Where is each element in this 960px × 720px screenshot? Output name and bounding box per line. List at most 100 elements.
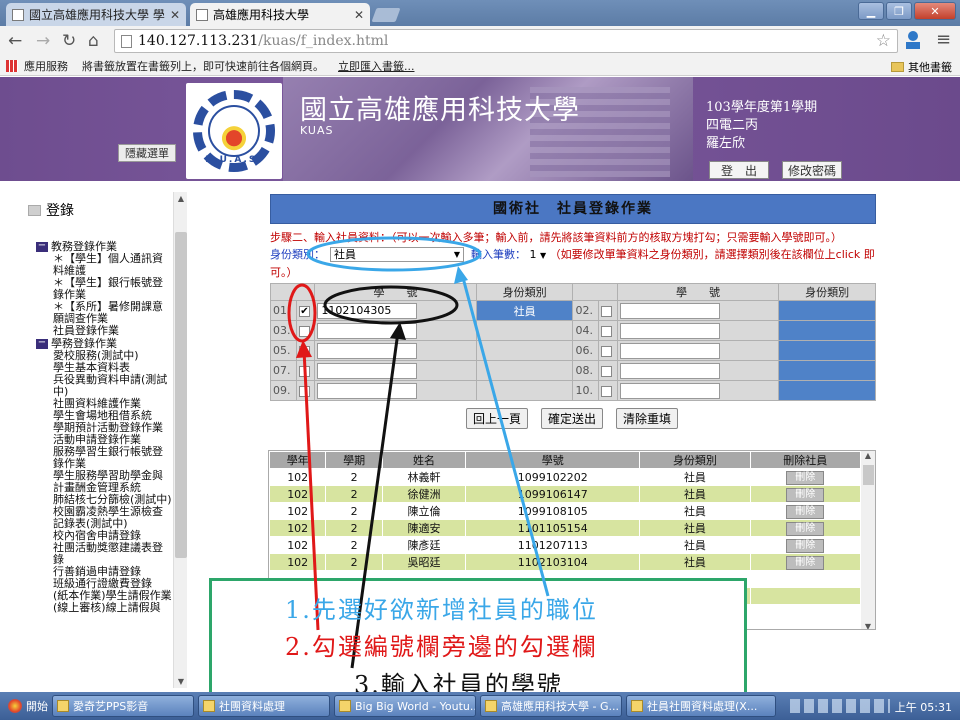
entry-role-cell[interactable] bbox=[778, 300, 876, 321]
apps-icon[interactable] bbox=[6, 59, 18, 72]
entry-checkbox[interactable] bbox=[601, 345, 613, 357]
scroll-thumb[interactable] bbox=[175, 232, 187, 558]
delete-member-button[interactable]: 刪除 bbox=[786, 504, 825, 519]
member-cell: 102 bbox=[269, 553, 327, 571]
sidebar-item[interactable]: (線上審核)線上請假與 bbox=[36, 602, 172, 614]
taskbar-item[interactable]: 高雄應用科技大學 - G... bbox=[480, 695, 622, 717]
entry-role-cell[interactable] bbox=[778, 320, 876, 341]
student-id-input[interactable] bbox=[619, 302, 720, 319]
address-bar[interactable]: 140.127.113.231/kuas/f_index.html ☆ bbox=[114, 29, 898, 53]
taskbar-item[interactable]: 愛奇艺PPS影音 bbox=[52, 695, 194, 717]
delete-member-button[interactable]: 刪除 bbox=[786, 487, 825, 502]
entry-role-cell[interactable] bbox=[475, 320, 574, 341]
student-id-input[interactable] bbox=[317, 342, 418, 359]
student-id-input[interactable] bbox=[619, 362, 720, 379]
scroll-thumb[interactable] bbox=[863, 465, 874, 485]
role-select[interactable]: 社員 ▼ bbox=[330, 247, 464, 262]
student-id-input[interactable]: 1102104305 bbox=[317, 302, 418, 319]
import-bookmarks-link[interactable]: 立即匯入書籤... bbox=[338, 58, 415, 74]
entry-checkbox[interactable] bbox=[298, 345, 310, 357]
scroll-down-icon[interactable]: ▼ bbox=[861, 622, 875, 629]
other-bookmarks[interactable]: 其他書籤 bbox=[891, 59, 952, 75]
entry-role-cell[interactable]: 社員 bbox=[475, 300, 574, 321]
entry-checkbox[interactable] bbox=[298, 365, 310, 377]
delete-member-button[interactable]: 刪除 bbox=[786, 538, 825, 553]
taskbar-item[interactable]: 社員社團資料處理(X... bbox=[626, 695, 776, 717]
entry-role-cell[interactable] bbox=[475, 360, 574, 381]
collapse-icon[interactable]: − bbox=[36, 338, 48, 349]
role-select-value: 社員 bbox=[334, 248, 356, 261]
scroll-up-icon[interactable]: ▲ bbox=[174, 194, 188, 203]
home-icon[interactable]: ⌂ bbox=[88, 31, 99, 51]
student-id-input[interactable] bbox=[317, 362, 418, 379]
school-name: 國立高雄應用科技大學 bbox=[300, 95, 580, 126]
clear-button[interactable]: 清除重填 bbox=[616, 408, 678, 429]
submit-button[interactable]: 確定送出 bbox=[541, 408, 603, 429]
back-arrow-icon[interactable]: ← bbox=[8, 31, 22, 51]
entry-checkbox[interactable] bbox=[601, 365, 613, 377]
sidebar-item[interactable]: ＊【學生】個人通訊資料維護 bbox=[36, 253, 172, 277]
sidebar-item[interactable]: 社團活動獎懲建議表登錄 bbox=[36, 542, 172, 566]
new-tab-button[interactable] bbox=[371, 8, 401, 22]
sidebar-item[interactable]: ＊【學生】銀行帳號登錄作業 bbox=[36, 277, 172, 301]
window-close-icon[interactable]: ✕ bbox=[914, 2, 956, 20]
student-id-input[interactable] bbox=[317, 382, 418, 399]
scroll-down-icon[interactable]: ▼ bbox=[174, 677, 188, 686]
back-button[interactable]: 回上一頁 bbox=[466, 408, 528, 429]
collapse-icon[interactable]: − bbox=[36, 241, 48, 252]
student-id-input[interactable] bbox=[317, 322, 418, 339]
ipa-extension-icon[interactable] bbox=[904, 30, 922, 50]
member-list-scrollbar[interactable]: ▲ ▼ bbox=[861, 451, 875, 629]
start-button[interactable]: 開始 bbox=[2, 695, 54, 717]
bookmark-star-icon[interactable]: ☆ bbox=[876, 31, 891, 51]
sidebar-item[interactable]: ＊【系所】暑修開課意願調查作業 bbox=[36, 301, 172, 325]
sidebar-item[interactable]: 校園霸凌熱學生源檢查記錄表(測試中) bbox=[36, 506, 172, 530]
entry-checkbox[interactable] bbox=[601, 305, 613, 317]
taskbar-item[interactable]: Big Big World - Youtu... bbox=[334, 695, 476, 717]
entry-row: 09. 10. bbox=[270, 380, 876, 401]
student-id-input[interactable] bbox=[619, 342, 720, 359]
folder-box-icon bbox=[28, 204, 41, 216]
delete-member-button[interactable]: 刪除 bbox=[786, 470, 825, 485]
taskbar-item[interactable]: 社團資料處理 bbox=[198, 695, 330, 717]
sidebar-item[interactable]: 兵役異動資料申請(測試中) bbox=[36, 374, 172, 398]
close-tab-icon[interactable]: ✕ bbox=[170, 8, 180, 22]
sidebar-item[interactable]: 學生服務學習助學金與計畫酬金管理系統 bbox=[36, 470, 172, 494]
forward-arrow-icon[interactable]: → bbox=[36, 31, 50, 51]
system-tray-icons[interactable] bbox=[790, 699, 890, 713]
scroll-up-icon[interactable]: ▲ bbox=[861, 451, 875, 460]
tab-kuas-active[interactable]: 高雄應用科技大學 ✕ bbox=[190, 3, 370, 26]
tab-kuas-inactive[interactable]: 國立高雄應用科技大學 學 ✕ bbox=[6, 3, 186, 26]
member-cell: 102 bbox=[269, 468, 327, 486]
entry-role-cell[interactable] bbox=[778, 380, 876, 401]
restore-icon[interactable]: ❐ bbox=[886, 2, 912, 20]
apps-link[interactable]: 應用服務 bbox=[24, 58, 68, 74]
member-cell: 1099108105 bbox=[465, 502, 641, 520]
student-id-input[interactable] bbox=[619, 322, 720, 339]
hide-menu-button[interactable]: 隱藏選單 bbox=[118, 144, 176, 162]
entry-checkbox[interactable] bbox=[601, 385, 613, 397]
sidebar-item[interactable]: 社員登錄作業 bbox=[36, 325, 172, 337]
delete-member-button[interactable]: 刪除 bbox=[786, 555, 825, 570]
count-dropdown-icon[interactable]: ▼ bbox=[540, 251, 546, 260]
entry-checkbox[interactable]: ✔ bbox=[298, 305, 310, 317]
close-tab-icon[interactable]: ✕ bbox=[354, 8, 364, 22]
reload-icon[interactable]: ↻ bbox=[62, 31, 76, 51]
member-row: 102 2 吳昭廷 1102103104 社員 刪除 bbox=[269, 553, 862, 571]
entry-checkbox[interactable] bbox=[298, 385, 310, 397]
entry-role-cell[interactable] bbox=[475, 380, 574, 401]
entry-role-cell[interactable] bbox=[778, 340, 876, 361]
logout-button[interactable]: 登 出 bbox=[709, 161, 769, 179]
entry-checkbox[interactable] bbox=[601, 325, 613, 337]
entry-id-cell bbox=[616, 360, 780, 381]
student-id-input[interactable] bbox=[619, 382, 720, 399]
change-password-button[interactable]: 修改密碼 bbox=[782, 161, 842, 179]
browser-menu-icon[interactable]: ≡ bbox=[936, 29, 951, 50]
entry-role-cell[interactable] bbox=[778, 360, 876, 381]
entry-role-cell[interactable] bbox=[475, 340, 574, 361]
sidebar-scrollbar[interactable]: ▲ ▼ bbox=[173, 192, 187, 688]
entry-checkbox[interactable] bbox=[298, 325, 310, 337]
minimize-icon[interactable]: ▁ bbox=[858, 2, 884, 20]
sidebar-item[interactable]: 服務學習生銀行帳號登錄作業 bbox=[36, 446, 172, 470]
delete-member-button[interactable]: 刪除 bbox=[786, 521, 825, 536]
